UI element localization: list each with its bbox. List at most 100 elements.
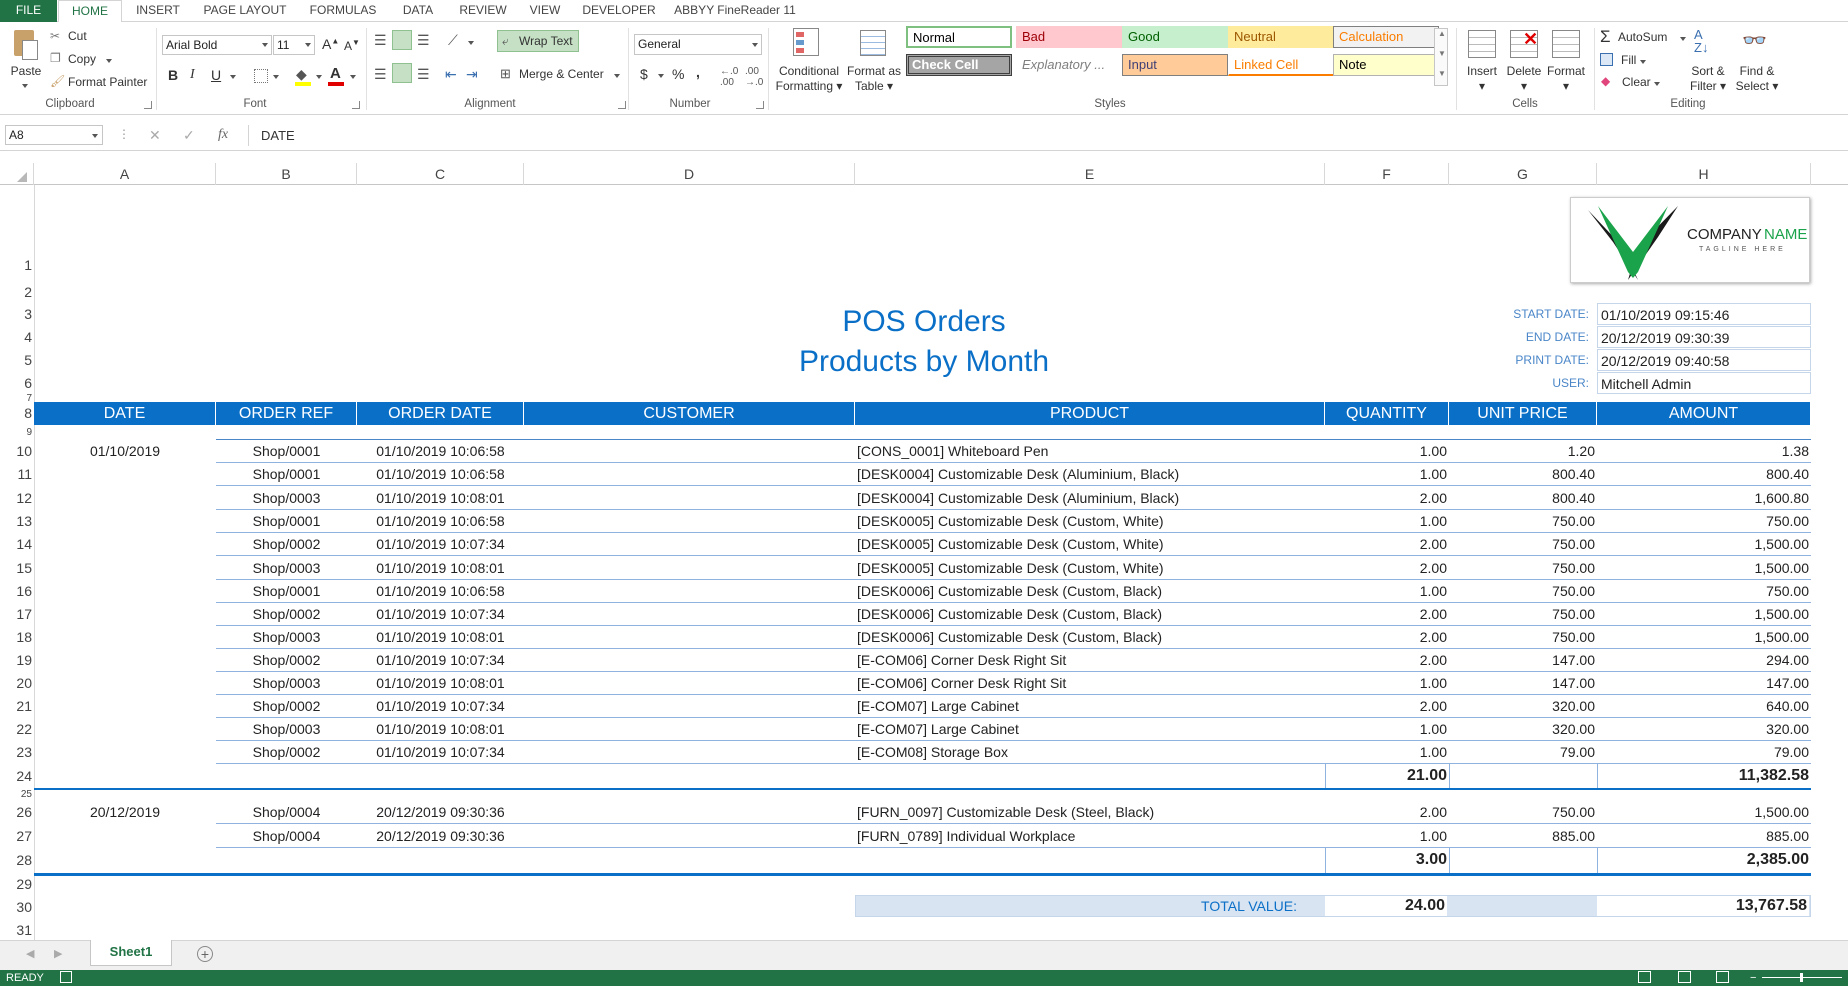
sort-filter-icon[interactable]: A Z↓ — [1694, 28, 1708, 54]
fill-icon[interactable] — [1600, 53, 1613, 66]
table-header-unit-price[interactable]: UNIT PRICE — [1449, 402, 1597, 425]
row-header-29[interactable]: 29 — [0, 873, 34, 895]
row-header-19[interactable]: 19 — [0, 649, 34, 672]
clipboard-launcher-icon[interactable] — [144, 101, 152, 109]
table-header-date[interactable]: DATE — [34, 402, 216, 425]
borders-icon[interactable] — [254, 69, 268, 83]
merge-center-icon[interactable]: ⊞ — [500, 66, 511, 82]
merge-center-button[interactable]: Merge & Center — [519, 67, 604, 81]
row-header-12[interactable]: 12 — [0, 487, 34, 510]
column-header-e[interactable]: E — [855, 163, 1325, 185]
align-center-icon[interactable] — [392, 63, 412, 83]
percent-button[interactable]: % — [672, 66, 684, 82]
row-header-22[interactable]: 22 — [0, 718, 34, 741]
prev-sheet-icon[interactable]: ◀ — [26, 947, 34, 960]
cell-style-normal[interactable]: Normal — [906, 26, 1012, 48]
align-left-icon[interactable]: ☰ — [374, 66, 387, 83]
name-box[interactable]: A8 — [5, 125, 103, 145]
number-format-select[interactable]: General — [634, 34, 762, 55]
tab-formulas[interactable]: FORMULAS — [302, 0, 384, 22]
cell-style-calculation[interactable]: Calculation — [1333, 26, 1439, 48]
cell-style-good[interactable]: Good — [1122, 26, 1228, 48]
font-color-icon[interactable]: A — [330, 65, 341, 82]
underline-button[interactable]: U — [211, 67, 221, 83]
tab-home[interactable]: HOME — [58, 0, 122, 23]
cell-style-neutral[interactable]: Neutral — [1228, 26, 1334, 48]
clear-button[interactable]: Clear — [1622, 75, 1651, 89]
row-header-24[interactable]: 24 — [0, 764, 34, 788]
styles-scroll[interactable]: ▲ ▼ ▼ — [1434, 28, 1448, 86]
alignment-launcher-icon[interactable] — [618, 101, 626, 109]
eraser-icon[interactable]: ◆ — [1601, 74, 1610, 88]
align-bottom-icon[interactable]: ☰ — [417, 32, 430, 49]
formula-input[interactable]: DATE — [248, 125, 1844, 146]
decrease-font-icon[interactable]: A▼ — [344, 38, 360, 53]
table-header-customer[interactable]: CUSTOMER — [524, 402, 855, 425]
column-header-g[interactable]: G — [1449, 163, 1597, 185]
normal-view-icon[interactable] — [1638, 971, 1651, 983]
column-header-d[interactable]: D — [524, 163, 855, 185]
fill-color-icon[interactable]: ◆ — [296, 66, 307, 83]
cell-style-input[interactable]: Input — [1122, 54, 1228, 76]
table-header-quantity[interactable]: QUANTITY — [1325, 402, 1449, 425]
increase-indent-icon[interactable]: ⇥ — [466, 66, 478, 83]
row-header-9[interactable]: 9 — [0, 425, 34, 440]
tab-file[interactable]: FILE — [0, 0, 57, 22]
row-header-11[interactable]: 11 — [0, 463, 34, 486]
format-painter-button[interactable]: Format Painter — [68, 75, 147, 89]
fill-button[interactable]: Fill — [1621, 53, 1636, 67]
bold-button[interactable]: B — [168, 67, 178, 83]
tab-view[interactable]: VIEW — [522, 0, 568, 22]
select-all-corner[interactable] — [0, 163, 34, 185]
row-header-16[interactable]: 16 — [0, 580, 34, 603]
conditional-formatting-button[interactable]: Conditional Formatting ▾ — [774, 64, 844, 94]
more-styles-icon[interactable]: ▼ — [1438, 69, 1446, 78]
scroll-down-icon[interactable]: ▼ — [1438, 49, 1446, 58]
font-name-select[interactable]: Arial Bold — [162, 35, 272, 55]
orientation-icon[interactable]: ⟋ — [448, 32, 458, 49]
row-header-3[interactable]: 3 — [0, 303, 34, 326]
row-header-4[interactable]: 4 — [0, 326, 34, 349]
comma-button[interactable]: , — [696, 64, 700, 80]
insert-function-icon[interactable]: fx — [218, 127, 228, 143]
row-header-18[interactable]: 18 — [0, 626, 34, 649]
column-header-a[interactable]: A — [34, 163, 216, 185]
format-as-table-icon[interactable] — [860, 28, 890, 58]
page-break-view-icon[interactable] — [1716, 971, 1729, 983]
tab-data[interactable]: DATA — [392, 0, 444, 22]
font-launcher-icon[interactable] — [352, 101, 360, 109]
increase-decimal-icon[interactable]: ←.0.00 — [720, 66, 738, 88]
tab-insert[interactable]: INSERT — [130, 0, 186, 22]
table-header-amount[interactable]: AMOUNT — [1597, 402, 1811, 425]
column-header-c[interactable]: C — [357, 163, 524, 185]
add-sheet-icon[interactable]: + — [197, 946, 213, 962]
format-cells-icon[interactable] — [1552, 30, 1580, 58]
format-as-table-button[interactable]: Format as Table ▾ — [846, 64, 902, 94]
format-painter-icon[interactable]: 🖌 — [50, 74, 65, 88]
align-middle-icon[interactable] — [392, 30, 412, 50]
row-header-23[interactable]: 23 — [0, 741, 34, 764]
row-header-2[interactable]: 2 — [0, 281, 34, 303]
conditional-formatting-icon[interactable] — [793, 28, 823, 58]
row-header-8[interactable]: 8 — [0, 402, 34, 425]
decrease-indent-icon[interactable]: ⇤ — [445, 66, 457, 83]
row-header-6[interactable]: 6 — [0, 372, 34, 395]
zoom-slider-thumb[interactable] — [1800, 973, 1803, 982]
enter-icon[interactable]: ✓ — [183, 127, 195, 144]
row-header-5[interactable]: 5 — [0, 349, 34, 372]
cell-style-explanatory[interactable]: Explanatory ... — [1016, 54, 1122, 76]
decrease-decimal-icon[interactable]: .00 →.0 — [745, 66, 763, 88]
delete-cells-button[interactable]: Delete ▾ — [1504, 64, 1544, 94]
row-header-28[interactable]: 28 — [0, 848, 34, 873]
insert-cells-icon[interactable] — [1468, 30, 1496, 58]
scissors-icon[interactable]: ✂ — [50, 29, 60, 43]
tab-abbyy[interactable]: ABBYY FineReader 11 — [670, 0, 800, 22]
delete-cells-icon[interactable]: ✕ — [1510, 29, 1538, 58]
paste-button[interactable] — [10, 28, 40, 62]
table-header-order-date[interactable]: ORDER DATE — [357, 402, 524, 425]
row-header-20[interactable]: 20 — [0, 672, 34, 695]
tab-review[interactable]: REVIEW — [452, 0, 514, 22]
row-header-27[interactable]: 27 — [0, 825, 34, 848]
wrap-text-button[interactable]: ⤶ Wrap Text — [497, 30, 579, 52]
next-sheet-icon[interactable]: ▶ — [54, 947, 62, 960]
